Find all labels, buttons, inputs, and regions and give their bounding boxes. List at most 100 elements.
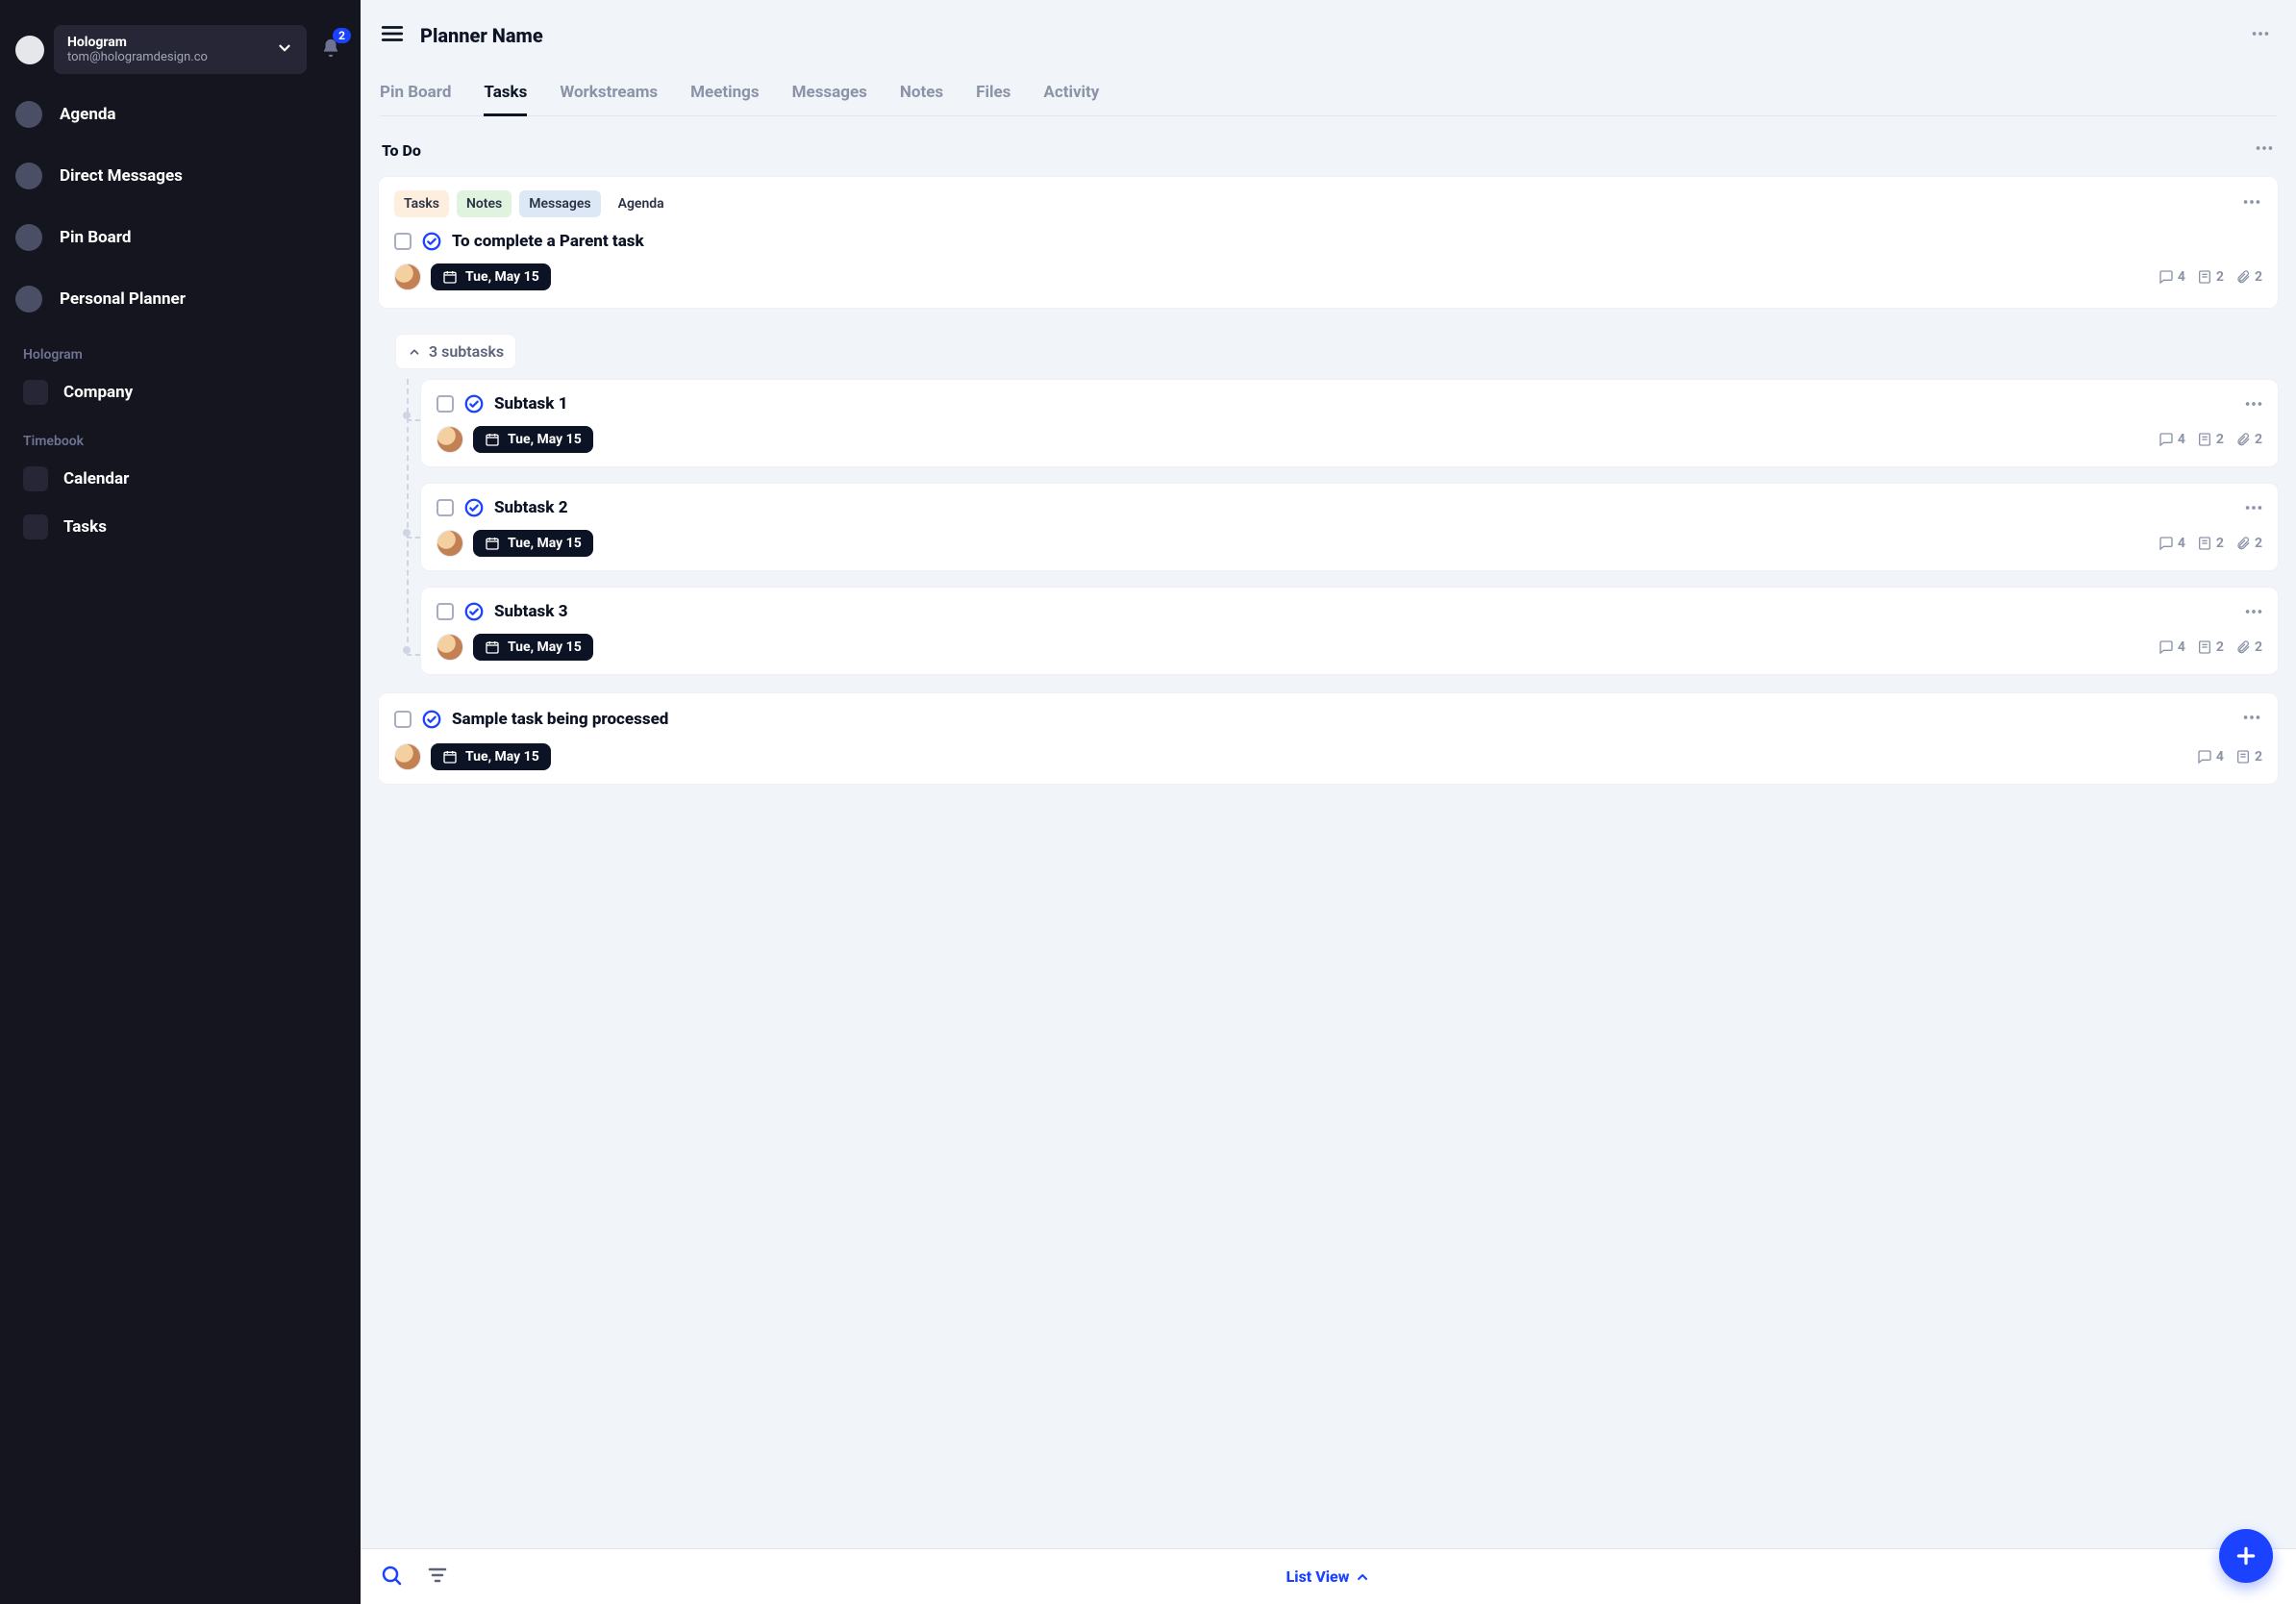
due-date-pill[interactable]: Tue, May 15: [473, 426, 593, 453]
sidebar-item-company[interactable]: Company: [0, 368, 361, 416]
tab-messages[interactable]: Messages: [792, 75, 867, 115]
subtask-card[interactable]: Subtask 2 Tue, May 15 4 2 2: [420, 483, 2279, 571]
page-title: Planner Name: [420, 24, 543, 47]
header-more-button[interactable]: [2244, 17, 2277, 54]
notes-count[interactable]: 2: [2235, 749, 2262, 764]
task-more-button[interactable]: [2243, 497, 2264, 522]
view-switcher[interactable]: List View: [1286, 1567, 1371, 1586]
subtasks-toggle-label: 3 subtasks: [429, 342, 504, 361]
status-icon: [421, 709, 442, 730]
sidebar-item-pin-board[interactable]: Pin Board: [0, 207, 361, 268]
sidebar-item-calendar[interactable]: Calendar: [0, 455, 361, 503]
sidebar: Hologram tom@hologramdesign.co 2 Agenda …: [0, 0, 361, 1604]
section-title: To Do: [382, 141, 421, 160]
sidebar-item-agenda[interactable]: Agenda: [0, 84, 361, 145]
comments-count[interactable]: 4: [2197, 749, 2224, 764]
tab-workstreams[interactable]: Workstreams: [560, 75, 658, 115]
dot-icon: [15, 163, 42, 189]
assignee-avatar[interactable]: [437, 634, 463, 661]
due-date-text: Tue, May 15: [465, 269, 539, 285]
assignee-avatar[interactable]: [437, 530, 463, 557]
tag-agenda[interactable]: Agenda: [609, 190, 674, 217]
tab-meetings[interactable]: Meetings: [690, 75, 759, 115]
sidebar-item-label: Company: [63, 383, 133, 402]
assignee-avatar[interactable]: [394, 263, 421, 290]
notification-badge: 2: [333, 28, 351, 43]
view-label: List View: [1286, 1567, 1350, 1586]
task-more-button[interactable]: [2243, 601, 2264, 626]
task-title: Sample task being processed: [452, 710, 668, 729]
workspace-name: Hologram: [67, 35, 208, 50]
comments-count[interactable]: 4: [2159, 639, 2185, 655]
notes-count[interactable]: 2: [2197, 639, 2224, 655]
subtasks-zone: Subtask 1 Tue, May 15 4 2 2: [378, 379, 2279, 675]
due-date-pill[interactable]: Tue, May 15: [473, 634, 593, 661]
task-title: Subtask 1: [494, 394, 568, 414]
tab-tasks[interactable]: Tasks: [484, 75, 527, 115]
task-more-button[interactable]: [2243, 393, 2264, 418]
task-checkbox[interactable]: [437, 603, 454, 620]
sidebar-item-label: Personal Planner: [60, 289, 186, 309]
sidebar-item-tasks[interactable]: Tasks: [0, 503, 361, 551]
task-more-button[interactable]: [2241, 191, 2262, 216]
attachments-count[interactable]: 2: [2235, 432, 2262, 447]
due-date-text: Tue, May 15: [465, 749, 539, 764]
sidebar-item-direct-messages[interactable]: Direct Messages: [0, 145, 361, 207]
sidebar-item-personal-planner[interactable]: Personal Planner: [0, 268, 361, 330]
tab-pin-board[interactable]: Pin Board: [380, 75, 451, 115]
tag-messages[interactable]: Messages: [519, 190, 600, 217]
task-title: Subtask 3: [494, 602, 568, 621]
dot-icon: [15, 224, 42, 251]
tag-tasks[interactable]: Tasks: [394, 190, 449, 217]
sidebar-item-label: Calendar: [63, 469, 129, 489]
attachments-count[interactable]: 2: [2235, 269, 2262, 285]
notifications-button[interactable]: 2: [316, 34, 345, 66]
task-checkbox[interactable]: [437, 395, 454, 413]
chevron-down-icon: [276, 39, 293, 61]
bell-icon: [320, 44, 341, 63]
task-card[interactable]: Sample task being processed Tue, May 15 …: [378, 692, 2279, 785]
sidebar-item-label: Agenda: [60, 105, 116, 124]
due-date-text: Tue, May 15: [508, 536, 582, 551]
due-date-pill[interactable]: Tue, May 15: [431, 263, 551, 290]
main: Planner Name Pin Board Tasks Workstreams…: [361, 0, 2296, 1604]
due-date-pill[interactable]: Tue, May 15: [431, 743, 551, 770]
add-button[interactable]: [2219, 1529, 2273, 1583]
square-icon: [23, 466, 48, 491]
tab-files[interactable]: Files: [976, 75, 1011, 115]
comments-count[interactable]: 4: [2159, 536, 2185, 551]
task-card[interactable]: Tasks Notes Messages Agenda To complete …: [378, 176, 2279, 309]
dot-icon: [15, 101, 42, 128]
sidebar-section-label: Hologram: [0, 330, 361, 368]
tab-notes[interactable]: Notes: [900, 75, 943, 115]
assignee-avatar[interactable]: [394, 743, 421, 770]
notes-count[interactable]: 2: [2197, 536, 2224, 551]
attachments-count[interactable]: 2: [2235, 536, 2262, 551]
user-avatar[interactable]: [15, 36, 44, 64]
search-button[interactable]: [380, 1564, 403, 1591]
assignee-avatar[interactable]: [437, 426, 463, 453]
due-date-pill[interactable]: Tue, May 15: [473, 530, 593, 557]
task-more-button[interactable]: [2241, 707, 2262, 732]
task-checkbox[interactable]: [394, 711, 412, 728]
tag-notes[interactable]: Notes: [457, 190, 512, 217]
subtask-card[interactable]: Subtask 3 Tue, May 15 4 2 2: [420, 587, 2279, 675]
filter-button[interactable]: [426, 1564, 449, 1591]
workspace-switcher[interactable]: Hologram tom@hologramdesign.co: [54, 25, 307, 74]
header: Planner Name Pin Board Tasks Workstreams…: [361, 0, 2296, 116]
subtask-card[interactable]: Subtask 1 Tue, May 15 4 2 2: [420, 379, 2279, 467]
square-icon: [23, 514, 48, 539]
due-date-text: Tue, May 15: [508, 432, 582, 447]
task-checkbox[interactable]: [394, 233, 412, 250]
tab-activity[interactable]: Activity: [1043, 75, 1099, 115]
attachments-count[interactable]: 2: [2235, 639, 2262, 655]
subtasks-toggle[interactable]: 3 subtasks: [395, 334, 516, 369]
section-more-button[interactable]: [2254, 138, 2275, 163]
menu-icon[interactable]: [380, 21, 405, 50]
bottom-bar: List View: [361, 1548, 2296, 1604]
notes-count[interactable]: 2: [2197, 432, 2224, 447]
comments-count[interactable]: 4: [2159, 432, 2185, 447]
notes-count[interactable]: 2: [2197, 269, 2224, 285]
comments-count[interactable]: 4: [2159, 269, 2185, 285]
task-checkbox[interactable]: [437, 499, 454, 516]
